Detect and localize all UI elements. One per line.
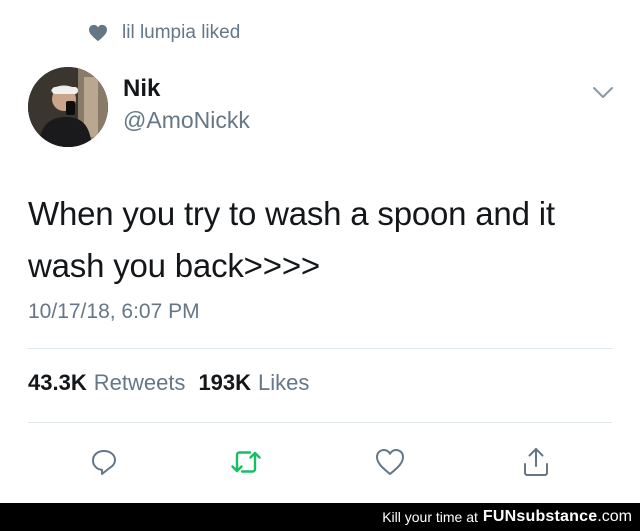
reply-icon bbox=[92, 450, 116, 475]
tweet-timestamp: 10/17/18, 6:07 PM bbox=[28, 300, 200, 323]
liked-by-text: lil lumpia liked bbox=[122, 22, 241, 43]
watermark-bar: Kill your time at FUNsubstance .com bbox=[0, 503, 640, 531]
divider bbox=[28, 422, 612, 423]
social-context[interactable]: lil lumpia liked bbox=[88, 20, 240, 46]
retweets-count[interactable]: 43.3K bbox=[28, 370, 87, 396]
share-button[interactable] bbox=[516, 442, 556, 482]
tweet-text-line: When you try to wash a spoon and it bbox=[28, 195, 555, 232]
like-button[interactable] bbox=[370, 442, 410, 482]
retweet-button[interactable] bbox=[226, 442, 266, 482]
watermark-brand: FUNsubstance bbox=[482, 508, 598, 525]
heart-icon bbox=[89, 24, 107, 42]
chevron-down-icon[interactable] bbox=[592, 86, 614, 100]
author-handle[interactable]: @AmoNickk bbox=[123, 107, 250, 134]
retweet-icon bbox=[231, 451, 261, 473]
tweet-text-line: wash you back>>>> bbox=[28, 247, 320, 284]
watermark-prefix: Kill your time at bbox=[382, 509, 478, 525]
heart-outline-icon bbox=[376, 449, 404, 475]
share-icon bbox=[524, 448, 548, 476]
likes-label[interactable]: Likes bbox=[258, 370, 309, 396]
tweet-text: When you try to wash a spoon and it wash… bbox=[28, 188, 618, 292]
avatar[interactable] bbox=[28, 67, 108, 147]
watermark-suffix: .com bbox=[597, 508, 632, 525]
action-bar bbox=[0, 442, 640, 482]
author-name[interactable]: Nik bbox=[123, 75, 160, 103]
reply-button[interactable] bbox=[84, 442, 124, 482]
likes-count[interactable]: 193K bbox=[198, 370, 251, 396]
divider bbox=[28, 348, 612, 349]
tweet-stats: 43.3K Retweets 193K Likes bbox=[28, 370, 309, 396]
retweets-label[interactable]: Retweets bbox=[94, 370, 186, 396]
